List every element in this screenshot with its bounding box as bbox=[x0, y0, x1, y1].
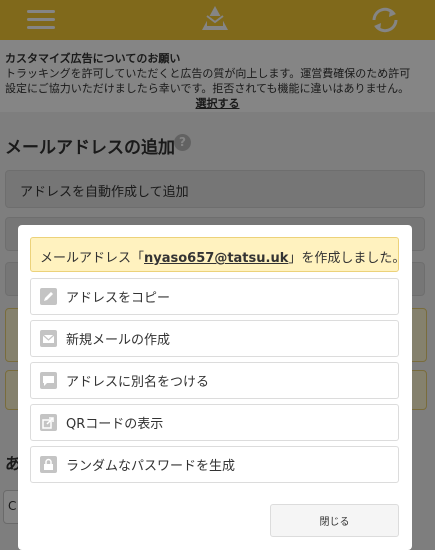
success-message: メールアドレス「nyaso657@tatsu.uk」を作成しました。 bbox=[30, 237, 405, 272]
envelope-icon bbox=[40, 330, 57, 347]
success-suffix: 」を作成しました。 bbox=[288, 251, 406, 266]
close-button[interactable]: 閉じる bbox=[270, 504, 399, 537]
compose-mail-button[interactable]: 新規メールの作成 bbox=[30, 320, 399, 357]
address-created-dialog: メールアドレス「nyaso657@tatsu.uk」を作成しました。 アドレスを… bbox=[18, 225, 412, 550]
action-label: ランダムなパスワードを生成 bbox=[66, 459, 236, 474]
show-qr-code-button[interactable]: QRコードの表示 bbox=[30, 404, 399, 441]
success-prefix: メールアドレス「 bbox=[40, 251, 145, 266]
action-label: アドレスに別名をつける bbox=[66, 375, 210, 390]
speech-bubble-icon bbox=[40, 372, 57, 389]
generate-password-button[interactable]: ランダムなパスワードを生成 bbox=[30, 446, 399, 483]
lock-icon bbox=[40, 456, 57, 473]
created-email-address: nyaso657@tatsu.uk bbox=[144, 251, 289, 266]
action-label: QRコードの表示 bbox=[66, 417, 164, 432]
pencil-icon bbox=[40, 288, 57, 305]
share-icon bbox=[40, 414, 57, 431]
action-label: アドレスをコピー bbox=[66, 291, 171, 306]
copy-address-button[interactable]: アドレスをコピー bbox=[30, 278, 399, 315]
alias-address-button[interactable]: アドレスに別名をつける bbox=[30, 362, 399, 399]
action-label: 新規メールの作成 bbox=[66, 333, 171, 348]
